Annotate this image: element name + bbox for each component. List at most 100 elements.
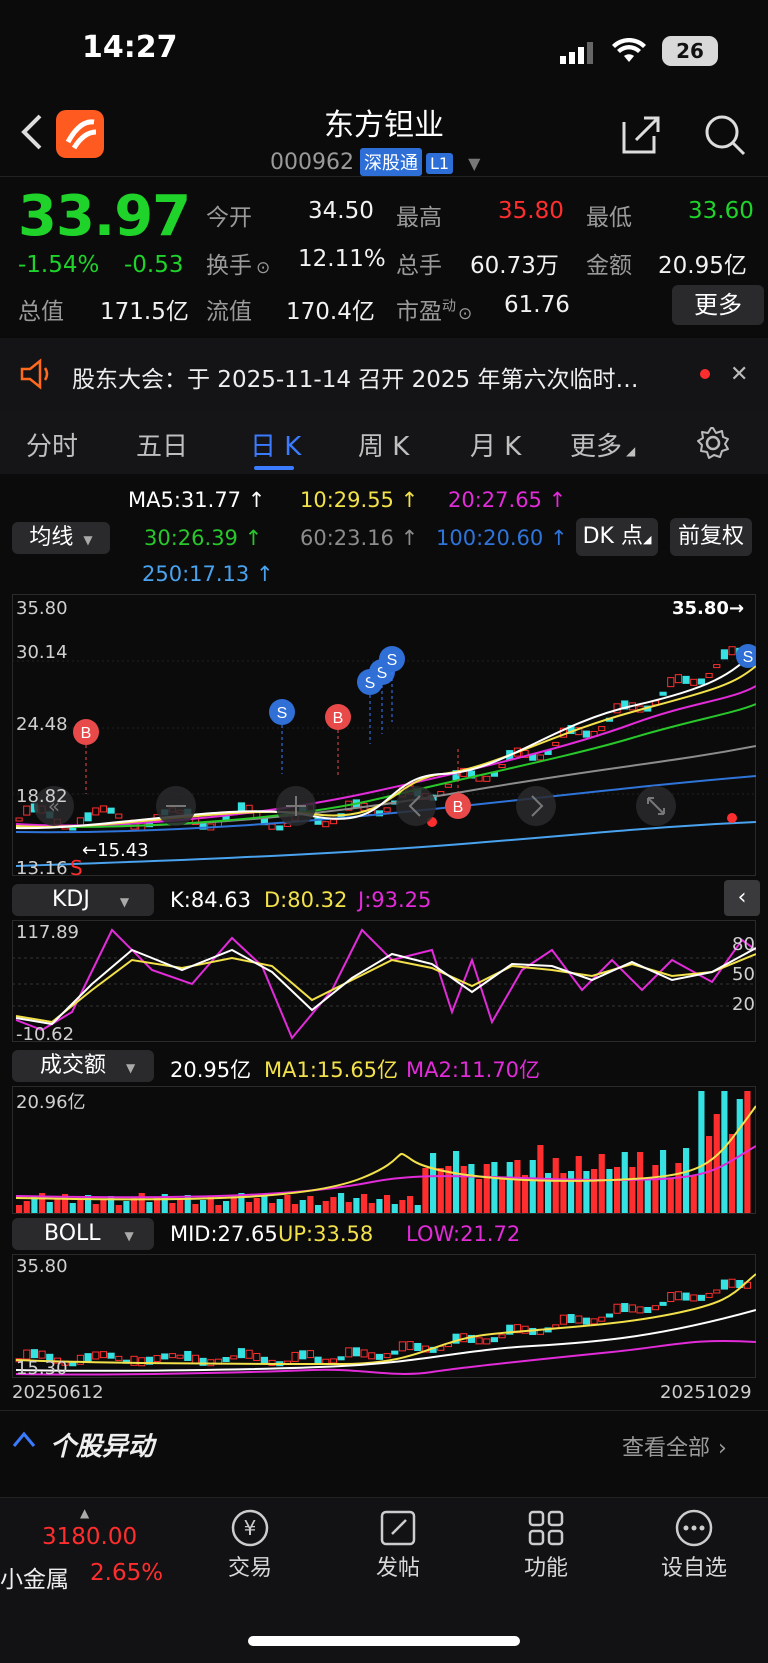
view-all-link[interactable]: 查看全部 › [622, 1430, 727, 1462]
expand-up-icon[interactable]: ▲ [80, 1506, 89, 1520]
svg-text:B: B [453, 799, 464, 816]
kdj-chart [12, 920, 757, 1042]
boll-selector[interactable]: BOLL ▼ [12, 1218, 154, 1250]
svg-text:S: S [743, 649, 754, 666]
volume-selector[interactable]: 成交额 ▼ [12, 1050, 154, 1082]
dropdown-icon: ▼ [119, 895, 130, 909]
nav-function[interactable]: 功能 [491, 1550, 601, 1582]
turnover-label: 换手 ⊙ [206, 253, 271, 279]
candle [483, 1338, 491, 1345]
volume-bar [92, 1204, 99, 1213]
volume-bar [330, 1197, 337, 1213]
tab-timeshare[interactable]: 分时 [26, 426, 78, 463]
notice-text[interactable]: 股东大会：于 2025-11-14 召开 2025 年第六次临时… [72, 360, 638, 394]
trade-icon[interactable]: ¥ [230, 1508, 270, 1548]
volume-bar [253, 1198, 260, 1213]
buy-marker[interactable]: B [73, 719, 99, 794]
scroll-left-button[interactable] [396, 786, 436, 826]
close-icon[interactable]: ✕ [730, 362, 748, 387]
candle [322, 821, 330, 828]
settings-gear-icon[interactable] [696, 426, 730, 464]
y-tick: 35.80 [16, 598, 68, 619]
volume-bar [399, 1200, 406, 1213]
volume-bar [591, 1169, 598, 1213]
float-label: 流值 [206, 299, 252, 325]
volume-bar [46, 1202, 53, 1213]
candle [713, 664, 721, 669]
volume-bar [77, 1199, 84, 1213]
dk-point-button[interactable]: DK 点◢ [576, 518, 658, 556]
ma-selector[interactable]: 均线 ▼ [12, 522, 110, 554]
volume-ma2: MA2:11.70亿 [406, 1058, 541, 1082]
tab-daily-k[interactable]: 日 K [250, 426, 301, 463]
volume-bar [652, 1165, 659, 1213]
open-label: 今开 [206, 205, 252, 231]
function-icon[interactable] [526, 1508, 566, 1548]
candle [176, 1354, 184, 1359]
candle [613, 1303, 621, 1314]
candle [590, 1318, 598, 1325]
info-icon[interactable]: ⊙ [256, 258, 270, 278]
signal-icon [560, 42, 596, 68]
search-icon[interactable] [702, 112, 748, 162]
kdj-selector[interactable]: KDJ ▼ [12, 884, 154, 916]
collapse-panel-button[interactable]: ‹ [724, 880, 760, 916]
tab-weekly-k[interactable]: 周 K [358, 426, 409, 463]
volume-bar [376, 1199, 383, 1213]
zoom-out-button[interactable] [156, 786, 196, 826]
zoom-in-button[interactable] [276, 786, 316, 826]
candle [674, 674, 682, 684]
fullscreen-button[interactable] [636, 786, 676, 826]
nav-post[interactable]: 发帖 [343, 1550, 453, 1582]
stock-code-line[interactable]: 000962 深股通 L1 ▼ [270, 148, 480, 176]
candle [99, 1351, 108, 1359]
candle [222, 1356, 230, 1362]
volume-bar [192, 1204, 199, 1213]
volume-bar [307, 1196, 314, 1213]
volume-bar [491, 1162, 498, 1213]
sell-marker[interactable]: S [269, 699, 295, 774]
tab-more[interactable]: 更多 ◢ [570, 426, 635, 463]
kline-chart[interactable]: B S B S S S B S « [12, 594, 760, 876]
info-icon[interactable]: ⊙ [458, 304, 472, 324]
index-change[interactable]: 2.65% [90, 1560, 163, 1586]
nav-trade[interactable]: 交易 [195, 1550, 305, 1582]
mktcap-value: 171.5亿 [100, 299, 189, 325]
volume-chart [12, 1086, 757, 1214]
tab-monthly-k[interactable]: 月 K [470, 426, 521, 463]
adjust-button[interactable]: 前复权 [670, 518, 752, 556]
volume-bar [16, 1205, 23, 1213]
candle [682, 1292, 690, 1301]
tab-five-day[interactable]: 五日 [136, 426, 188, 463]
more-button[interactable]: 更多 [672, 285, 764, 325]
candle [306, 1350, 315, 1359]
volume-bar [361, 1194, 368, 1213]
scroll-right-button[interactable] [516, 786, 556, 826]
volume-bar [529, 1160, 536, 1213]
post-icon[interactable] [378, 1508, 418, 1548]
candle [728, 646, 736, 656]
candle [15, 817, 23, 822]
volume-bar [230, 1197, 237, 1213]
share-icon[interactable] [618, 112, 662, 160]
watchlist-icon[interactable] [674, 1508, 714, 1548]
candle [383, 1353, 391, 1359]
nav-watchlist[interactable]: 设自选 [639, 1550, 749, 1582]
collapse-up-icon[interactable] [10, 1428, 38, 1454]
svg-text:S: S [387, 652, 398, 669]
buy-marker[interactable]: B [325, 704, 351, 776]
kdj-d: D:80.32 [264, 888, 348, 912]
candle [567, 1314, 575, 1324]
candle [651, 1305, 659, 1311]
kdj-top: 117.89 [16, 922, 79, 943]
candle [690, 1294, 698, 1302]
candle [107, 1352, 115, 1359]
svg-text:S: S [277, 705, 288, 722]
volume-bar [261, 1194, 268, 1213]
speaker-icon [18, 358, 54, 394]
index-name[interactable]: 小金属 [0, 1560, 69, 1594]
candle [268, 823, 276, 830]
index-value[interactable]: 3180.00 [42, 1524, 137, 1550]
boll-mid: MID:27.65 [170, 1222, 278, 1246]
volume-bar [499, 1177, 506, 1213]
